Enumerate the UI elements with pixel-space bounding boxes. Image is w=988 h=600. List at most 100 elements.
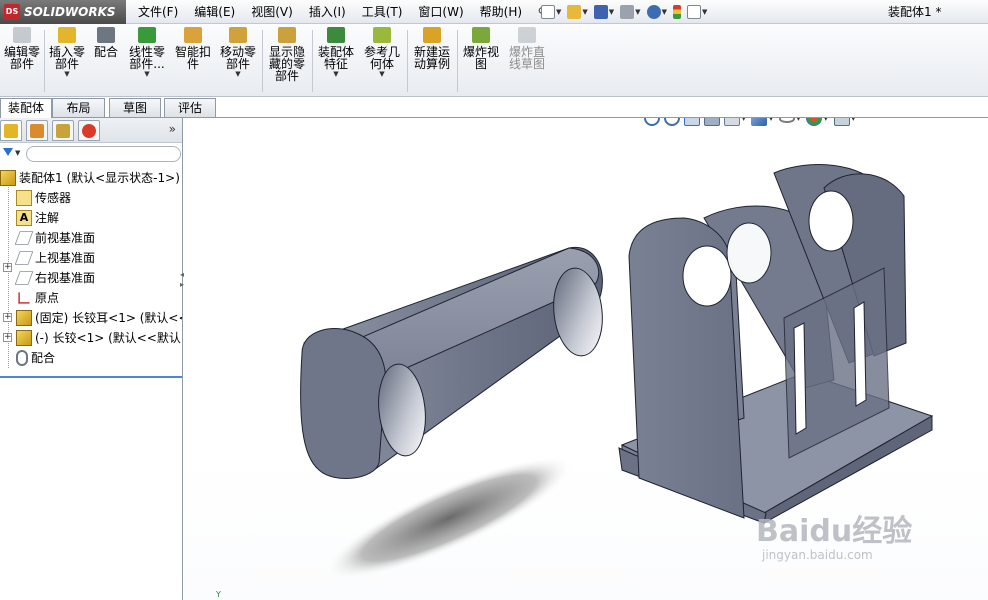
new-dropdown-icon[interactable]: ▼ xyxy=(556,8,561,16)
expand-panel-icon[interactable]: » xyxy=(169,122,176,136)
expand-annotations-icon[interactable]: + xyxy=(3,263,12,272)
show-hidden-components-button[interactable]: 显示隐 藏的零 部件 xyxy=(264,27,310,95)
filter-dropdown-icon[interactable]: ▼ xyxy=(15,149,20,157)
move-component-icon xyxy=(229,27,247,43)
tree-node-mates[interactable]: 配合 xyxy=(16,348,55,368)
linear-pattern-dropdown-icon[interactable]: ▼ xyxy=(125,70,169,79)
smart-fasteners-icon xyxy=(184,27,202,43)
new-document-icon[interactable] xyxy=(541,5,555,19)
quick-access-toolbar: ▼ ▼ ▼ ▼ ▼ ▼ xyxy=(540,2,712,22)
expand-part1-icon[interactable]: + xyxy=(3,313,12,322)
tab-featuremanager[interactable] xyxy=(0,120,22,141)
options-dropdown-icon[interactable]: ▼ xyxy=(702,8,707,16)
tree-node-top-plane[interactable]: 上视基准面 xyxy=(14,248,96,268)
menu-bar: DS SOLIDWORKS 文件(F) 编辑(E) 视图(V) 插入(I) 工具… xyxy=(0,0,988,24)
solidworks-logo[interactable]: DS SOLIDWORKS xyxy=(0,0,126,24)
view-orientation-dropdown-icon[interactable]: ▼ xyxy=(741,118,746,122)
tree-node-annotations[interactable]: A 注解 xyxy=(16,208,59,228)
assembly-icon xyxy=(0,170,16,186)
tree-node-fixed-hinge-ear[interactable]: (固定) 长铰耳<1> (默认<< xyxy=(16,308,182,328)
zoom-to-fit-icon[interactable] xyxy=(644,118,660,126)
ds-logo-icon: DS xyxy=(4,4,20,20)
print-icon[interactable] xyxy=(620,5,635,19)
feature-manager-panel: » ▼ 装配体1 (默认<显示状态-1>) 传感器 + A 注解 前视基准面 上… xyxy=(0,118,183,600)
display-style-icon[interactable] xyxy=(751,118,768,126)
hide-show-dropdown-icon[interactable]: ▼ xyxy=(796,118,801,122)
edit-component-button[interactable]: 编辑零 部件 xyxy=(2,27,42,95)
tree-node-sensors[interactable]: 传感器 xyxy=(16,188,71,208)
show-hidden-icon xyxy=(278,27,296,43)
hinge-link-part[interactable] xyxy=(300,246,607,479)
exploded-view-button[interactable]: 爆炸视 图 xyxy=(459,27,503,95)
heads-up-view-toolbar: ▼ ▼ ▼ ▼ ▼ xyxy=(644,118,861,128)
tab-configurationmanager[interactable] xyxy=(52,120,74,141)
save-dropdown-icon[interactable]: ▼ xyxy=(609,8,614,16)
graphics-viewport[interactable]: ▼ ▼ ▼ ▼ ▼ Y Baidu经验 jingyan.baidu.com xyxy=(184,118,988,600)
menu-window[interactable]: 窗口(W) xyxy=(410,0,471,24)
new-motion-study-button[interactable]: 新建运 动算例 xyxy=(409,27,455,95)
tab-sketch[interactable]: 草图 xyxy=(109,98,161,117)
propertymanager-icon xyxy=(30,124,44,138)
menu-help[interactable]: 帮助(H) xyxy=(472,0,530,24)
annotations-icon: A xyxy=(16,210,32,226)
previous-view-icon[interactable] xyxy=(684,118,700,126)
tab-displaymanager[interactable] xyxy=(78,120,100,141)
open-folder-icon[interactable] xyxy=(567,5,582,19)
apply-scene-dropdown-icon[interactable]: ▼ xyxy=(851,118,856,122)
tree-filter-input[interactable] xyxy=(26,146,181,162)
menu-edit[interactable]: 编辑(E) xyxy=(186,0,243,24)
edit-appearance-dropdown-icon[interactable]: ▼ xyxy=(823,118,828,122)
explode-line-sketch-button[interactable]: 爆炸直 线草图 xyxy=(505,27,549,95)
tree-node-hinge-link[interactable]: (-) 长铰<1> (默认<<默认> xyxy=(16,328,182,348)
tree-node-label: 装配体1 (默认<显示状态-1>) xyxy=(19,171,180,185)
print-dropdown-icon[interactable]: ▼ xyxy=(635,8,640,16)
tree-node-right-plane[interactable]: 右视基准面 xyxy=(14,268,95,288)
tree-node-label: 传感器 xyxy=(35,191,72,205)
part-icon xyxy=(16,310,32,326)
undo-dropdown-icon[interactable]: ▼ xyxy=(662,8,667,16)
tab-layout[interactable]: 布局 xyxy=(52,98,105,117)
menu-view[interactable]: 视图(V) xyxy=(243,0,301,24)
tree-node-origin[interactable]: 原点 xyxy=(16,288,59,308)
section-view-icon[interactable] xyxy=(704,118,720,126)
options-icon[interactable] xyxy=(686,5,701,19)
rebuild-icon[interactable] xyxy=(672,5,681,19)
zoom-to-area-icon[interactable] xyxy=(664,118,680,126)
mates-folder-icon xyxy=(16,350,28,366)
document-title: 装配体1 * xyxy=(888,5,942,19)
menu-insert[interactable]: 插入(I) xyxy=(301,0,354,24)
tree-node-label: 上视基准面 xyxy=(35,251,96,265)
apply-scene-icon[interactable] xyxy=(833,118,850,126)
tab-evaluate[interactable]: 评估 xyxy=(164,98,216,117)
tab-assembly[interactable]: 装配体 xyxy=(0,98,52,118)
insert-component-dropdown-icon[interactable]: ▼ xyxy=(46,70,88,79)
save-icon[interactable] xyxy=(593,5,608,19)
view-orientation-icon[interactable] xyxy=(724,118,740,126)
edit-appearance-icon[interactable] xyxy=(806,118,823,126)
menu-file[interactable]: 文件(F) xyxy=(130,0,186,24)
open-dropdown-icon[interactable]: ▼ xyxy=(582,8,587,16)
brand-name: SOLIDWORKS xyxy=(24,5,116,19)
filter-icon[interactable] xyxy=(3,148,13,156)
undo-icon[interactable] xyxy=(646,5,661,19)
linear-pattern-button[interactable]: 线性零 部件... ▼ xyxy=(125,27,169,95)
insert-component-button[interactable]: 插入零 部件 ▼ xyxy=(46,27,88,95)
reference-geometry-dropdown-icon[interactable]: ▼ xyxy=(360,70,404,79)
tab-propertymanager[interactable] xyxy=(26,120,48,141)
tree-node-assembly[interactable]: 装配体1 (默认<显示状态-1>) xyxy=(0,168,180,188)
tree-node-front-plane[interactable]: 前视基准面 xyxy=(14,228,95,248)
move-component-dropdown-icon[interactable]: ▼ xyxy=(217,70,259,79)
hinge-ear-bracket-part[interactable] xyxy=(618,118,934,524)
expand-part2-icon[interactable]: + xyxy=(3,333,12,342)
assembly-features-dropdown-icon[interactable]: ▼ xyxy=(314,70,358,79)
mate-button[interactable]: 配合 xyxy=(90,27,122,95)
display-style-dropdown-icon[interactable]: ▼ xyxy=(768,118,773,122)
hide-show-items-icon[interactable] xyxy=(778,118,795,123)
assembly-features-button[interactable]: 装配体 特征 ▼ xyxy=(314,27,358,95)
reference-geometry-button[interactable]: 参考几 何体 ▼ xyxy=(360,27,404,95)
explode-line-sketch-icon xyxy=(518,27,536,43)
move-component-button[interactable]: 移动零 部件 ▼ xyxy=(217,27,259,95)
solidworks-window: DS SOLIDWORKS 文件(F) 编辑(E) 视图(V) 插入(I) 工具… xyxy=(0,0,988,600)
smart-fasteners-button[interactable]: 智能扣 件 xyxy=(172,27,214,95)
menu-tools[interactable]: 工具(T) xyxy=(354,0,411,24)
